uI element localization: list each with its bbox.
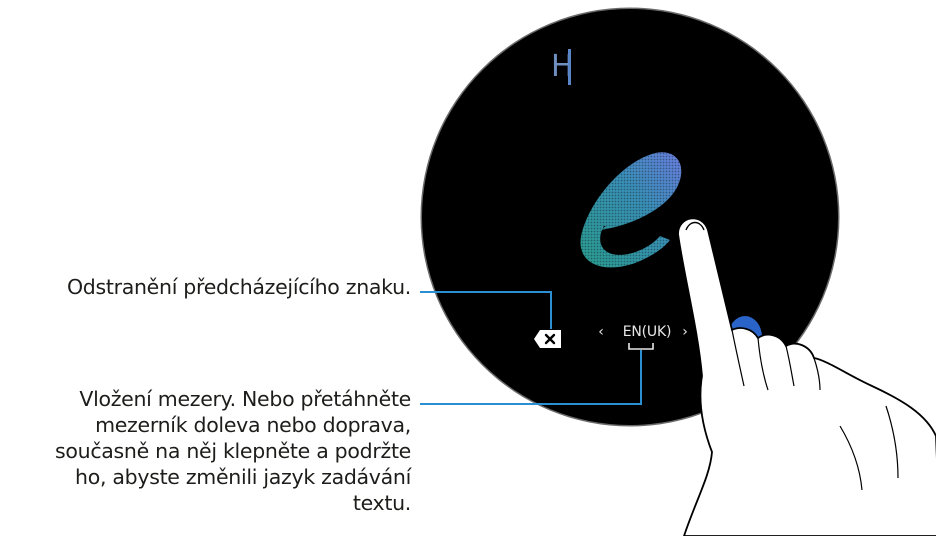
callout-delete-leader-vertical [550,291,552,329]
text-cursor [568,49,571,85]
backspace-icon[interactable] [533,329,563,349]
callout-space-line-4: ho, abyste změnili jazyk zadávání [75,465,411,489]
finger-hand-illustration [677,217,936,536]
callout-space-line-3: současně na něj klepněte a podržte [55,439,411,463]
callout-space-line-5: textu. [352,491,411,515]
callout-space-line-1: Vložení mezery. Nebo přetáhněte [79,387,411,411]
callout-space-leader [420,403,642,405]
callout-delete-label: Odstranění předcházejícího znaku. [66,275,411,299]
chevron-left-icon[interactable]: ‹ [594,320,608,344]
callout-space-leader-vertical [640,350,642,404]
callout-delete-leader [420,291,552,293]
callout-space-line-2: mezerník doleva nebo doprava, [95,413,411,437]
callout-space-text: Vložení mezery. Nebo přetáhněte mezerník… [0,386,411,516]
callout-delete-text: Odstranění předcházejícího znaku. [0,274,411,300]
